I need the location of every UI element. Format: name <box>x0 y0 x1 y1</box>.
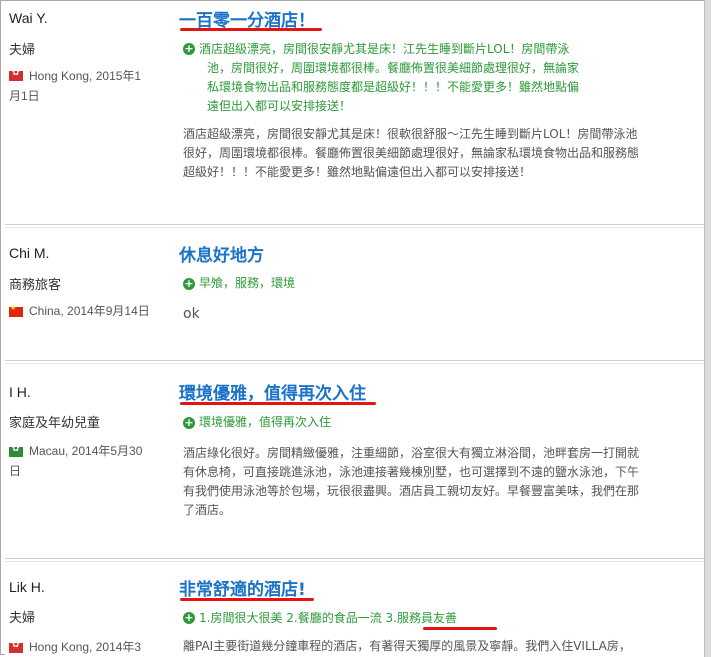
reviewer-name: Lik H. <box>9 579 45 595</box>
reviewer-name: Wai Y. <box>9 10 48 26</box>
title-underline <box>180 402 376 405</box>
title-underline <box>180 28 322 31</box>
review-title[interactable]: 非常舒適的酒店! <box>179 575 306 600</box>
plus-icon: + <box>183 42 195 55</box>
plus-icon: + <box>183 611 195 624</box>
plus-icon: + <box>183 416 195 429</box>
review-title[interactable]: 休息好地方 <box>179 241 264 266</box>
scrollbar-track[interactable] <box>704 0 711 657</box>
china-flag-icon <box>9 304 23 317</box>
reviews-panel: Wai Y. 夫婦 Hong Kong, 2015年1 月1日 一百零一分酒店！… <box>0 0 709 656</box>
review-body: 離PAI主要街道幾分鐘車程的酒店，有著得天獨厚的風景及寧靜。我們入住VILLA房… <box>183 639 631 653</box>
traveler-type: 商務旅客 <box>9 278 62 293</box>
review-card: Wai Y. 夫婦 Hong Kong, 2015年1 月1日 一百零一分酒店！… <box>5 1 705 225</box>
reviewer-name: I H. <box>9 384 31 400</box>
review-body: 酒店綠化很好。房間精緻優雅，注重細節，浴室很大有獨立淋浴間，池畔套房一打開就 有… <box>183 446 640 517</box>
review-likes: 環境優雅，值得再次入住 <box>199 415 332 429</box>
traveler-type: 夫婦 <box>9 43 36 58</box>
hong-kong-flag-icon <box>9 68 23 81</box>
review-card: Chi M. 商務旅客 China, 2014年9月14日 休息好地方 + 早飧… <box>5 227 705 361</box>
review-location-date: China, 2014年9月14日 <box>29 304 150 318</box>
review-body: ok <box>183 306 200 322</box>
review-likes: 早飧，服務，環境 <box>199 276 296 290</box>
plus-icon: + <box>183 277 195 290</box>
review-location-date: Hong Kong, 2014年3 <box>29 640 142 654</box>
title-underline <box>180 598 314 601</box>
traveler-type: 夫婦 <box>9 611 36 626</box>
traveler-type: 家庭及年幼兒童 <box>9 416 101 431</box>
review-location-date: Hong Kong, 2015年1 月1日 <box>9 69 142 103</box>
review-likes: 1.房間很大很美 2.餐廳的食品一流 3.服務員友善 <box>199 611 457 625</box>
review-card: Lik H. 夫婦 Hong Kong, 2014年3 非常舒適的酒店! + 1… <box>5 561 705 656</box>
likes-underline <box>423 627 497 630</box>
review-card: I H. 家庭及年幼兒童 Macau, 2014年5月30 日 環境優雅，值得再… <box>5 363 705 559</box>
review-likes: 酒店超級漂亮，房間很安靜尤其是床！江先生睡到斷片LOL！房間帶泳 池，房間很好，… <box>199 42 580 113</box>
review-location-date: Macau, 2014年5月30 日 <box>9 444 143 478</box>
reviewer-name: Chi M. <box>9 245 50 261</box>
macau-flag-icon <box>9 444 23 457</box>
review-body: 酒店超級漂亮，房間很安靜尤其是床！很軟很舒服～江先生睡到斷片LOL！房間帶泳池 … <box>183 127 640 179</box>
hong-kong-flag-icon <box>9 640 23 653</box>
review-title[interactable]: 環境優雅，值得再次入住 <box>179 379 366 404</box>
